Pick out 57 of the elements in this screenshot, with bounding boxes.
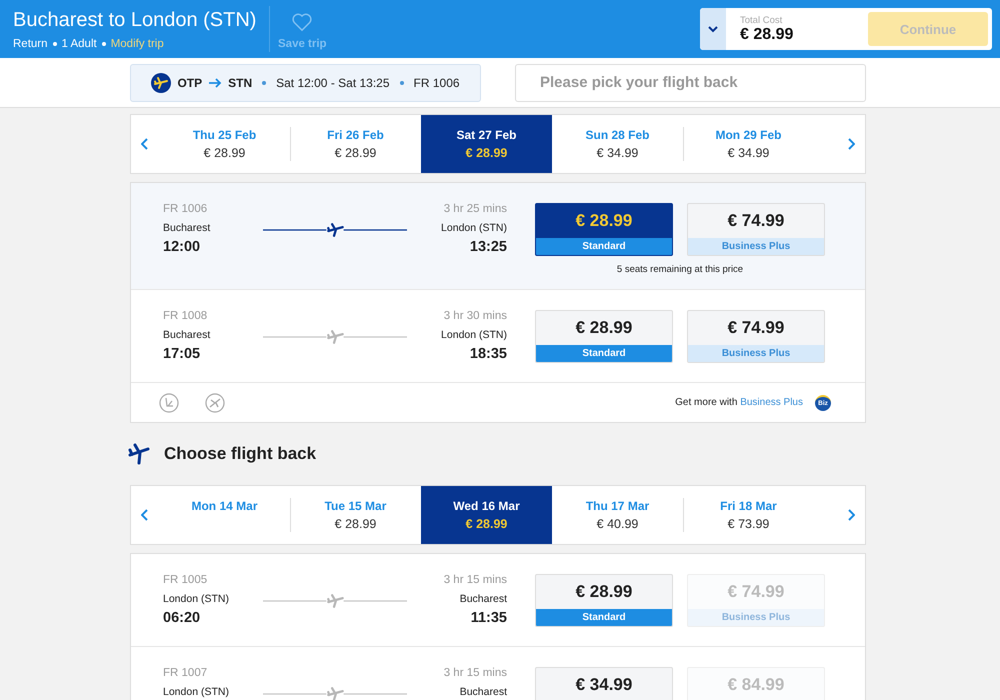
chevron-left-icon — [141, 509, 149, 521]
departure-time: 06:20 — [163, 610, 202, 626]
arrival-city: Bucharest — [458, 686, 507, 698]
chevron-right-icon — [847, 509, 855, 521]
arrival-time: 13:25 — [468, 239, 507, 255]
section-title: Choose flight back — [164, 444, 316, 464]
date-tab[interactable]: Sat 27 Feb € 28.99 — [421, 115, 552, 173]
fare-button[interactable]: € 34.99 — [535, 667, 673, 700]
expand-button[interactable] — [700, 8, 726, 50]
flight-duration: 3 hr 30 mins — [442, 310, 507, 322]
total-cost-label: Total Cost — [740, 14, 784, 26]
departure-time: 17:05 — [163, 346, 202, 362]
total-cost-value: € 28.99 — [740, 26, 794, 44]
chevron-down-icon — [708, 26, 718, 32]
separator-dot-icon — [102, 42, 106, 46]
arrival-city: Bucharest — [458, 593, 507, 605]
fare-button[interactable]: € 74.99 Business Plus — [687, 203, 825, 256]
trip-title: Bucharest to London (STN) — [13, 8, 258, 32]
seats-remaining-note: 5 seats remaining at this price — [616, 264, 744, 275]
flight-number: FR 1006 — [163, 203, 208, 215]
flight-row[interactable]: FR 1008 Bucharest 17:05 3 hr 30 mins London (STN) 18:35 € 28.99 Standard € 74.99 Business Plus — [131, 290, 865, 383]
origin-code: OTP — [177, 76, 202, 90]
separator-dot-icon — [400, 80, 404, 84]
arrival-city: London (STN) — [440, 329, 507, 341]
upsell-text: Get more with Business Plus — [675, 397, 803, 408]
flight-duration: 3 hr 15 mins — [442, 574, 507, 586]
flight-times: Sat 12:00 - Sat 13:25 — [276, 76, 390, 90]
passenger-count: 1 Adult — [62, 38, 97, 50]
departure-city: Bucharest — [163, 329, 212, 341]
arrow-right-icon — [208, 78, 222, 88]
flight-number: FR 1008 — [163, 310, 208, 322]
trip-type: Return — [13, 38, 48, 50]
flight-number: FR 1006 — [414, 76, 460, 90]
heart-icon — [291, 12, 314, 32]
departure-city: London (STN) — [163, 686, 230, 698]
fare-button[interactable]: € 74.99 Business Plus — [687, 310, 825, 363]
chevron-right-icon — [847, 138, 855, 150]
arrival-time: 11:35 — [470, 610, 507, 626]
flight-duration: 3 hr 15 mins — [442, 667, 507, 679]
separator-dot-icon — [262, 80, 266, 84]
flight-row[interactable]: FR 1006 Bucharest 12:00 3 hr 25 mins London (STN) 13:25 € 28.99 Standard € 74.99 Business Plus 5 seats remaining at this price — [131, 183, 865, 290]
fare-button[interactable]: € 28.99 Standard — [535, 310, 673, 363]
return-flight-prompt: Please pick your flight back — [515, 64, 866, 102]
departure-time: 12:00 — [163, 239, 202, 255]
fare-button[interactable]: € 28.99 Standard — [535, 574, 673, 627]
chevron-left-icon — [141, 138, 149, 150]
destination-code: STN — [228, 76, 252, 90]
flight-number: FR 1005 — [163, 574, 208, 586]
departure-city: London (STN) — [163, 593, 230, 605]
separator-dot-icon — [52, 42, 57, 46]
departure-city: Bucharest — [163, 222, 212, 234]
arrival-time: 18:35 — [468, 346, 507, 362]
arrival-city: London (STN) — [440, 222, 507, 234]
fare-button[interactable]: € 28.99 Standard — [535, 203, 673, 256]
flight-duration: 3 hr 25 mins — [442, 203, 507, 215]
flight-number: FR 1007 — [163, 667, 208, 679]
date-tab[interactable]: Wed 16 Mar € 28.99 — [421, 486, 552, 544]
